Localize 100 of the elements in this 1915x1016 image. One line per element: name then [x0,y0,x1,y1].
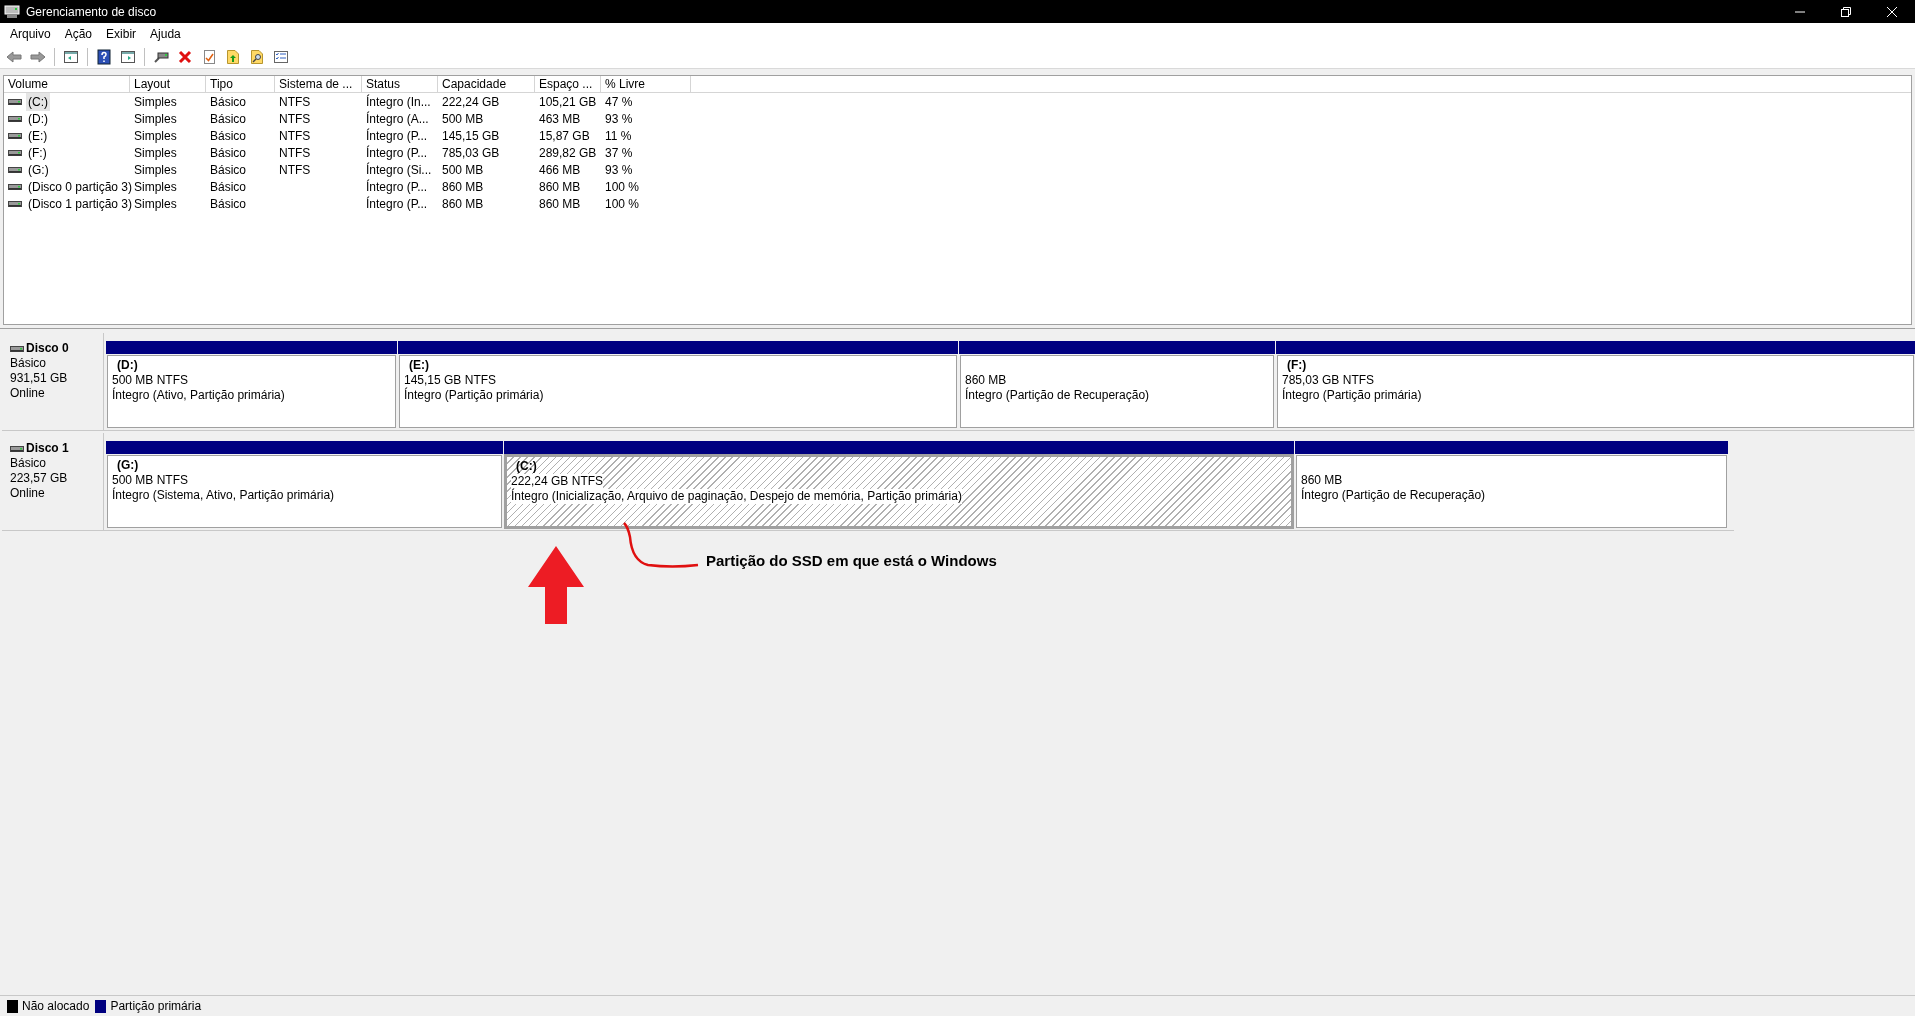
window-title: Gerenciamento de disco [26,3,157,21]
partition-label: (F:) [1286,358,1308,373]
column-header[interactable]: Volume [4,76,130,92]
table-cell-text: Básico [210,110,247,128]
partition-label: (C:) [515,459,538,474]
table-cell-text: 15,87 GB [539,127,590,145]
table-cell-text: NTFS [279,110,311,128]
table-cell-text: Íntegro (In... [366,93,431,111]
table-cell-text: NTFS [279,127,311,145]
partition-label: (E:) [408,358,430,373]
partition-size: 500 MB NTFS [112,373,189,387]
drive-label[interactable]: (D:) [26,109,50,128]
partition[interactable]: (D:) 500 MB NTFS Íntegro (Ativo, Partição primária) [107,355,396,428]
column-header[interactable]: Capacidade [438,76,535,92]
column-header[interactable]: % Livre [601,76,691,92]
table-cell-text: 289,82 GB [539,144,597,162]
table-cell-text: Básico [210,144,247,162]
partition-size: 222,24 GB NTFS [511,474,604,489]
partition-size: 500 MB NTFS [112,473,189,487]
table-cell-text: 860 MB [442,195,484,213]
drive-icon [8,164,22,175]
disk-size: 931,51 GB [10,371,69,386]
table-cell-text: Simples [134,195,177,213]
table-cell-text: Simples [134,127,177,145]
disk-status: Online [10,486,46,501]
drive-icon [10,343,24,354]
table-cell-text: 860 MB [539,195,581,213]
drive-icon [8,147,22,158]
partition-size: 860 MB [1301,473,1343,487]
partition[interactable]: (C:) 222,24 GB NTFS Íntegro (Inicialização, Arquivo de paginação, Despejo de memória, Partição primária) [504,454,1294,529]
panel-icon [63,48,79,65]
menu-item[interactable]: Exibir [99,25,144,43]
legend-label: Não alocado [22,998,90,1015]
disk-status: Online [10,386,46,401]
folder-search-icon [249,48,265,65]
table-cell-text: 500 MB [442,161,484,179]
column-header[interactable]: Layout [130,76,206,92]
table-cell-text: NTFS [279,144,311,162]
column-header[interactable]: Tipo [206,76,275,92]
table-cell-text: Básico [210,127,247,145]
partition[interactable]: 860 MB Íntegro (Partição de Recuperação) [960,355,1274,428]
table-cell-text: Simples [134,144,177,162]
window-icon [4,4,20,19]
partition-status: Íntegro (Ativo, Partição primária) [112,388,285,403]
disk-type: Básico [10,356,48,371]
table-cell-text: 100 % [605,195,640,213]
menu-item[interactable]: Ação [57,25,100,43]
partition-label: (D:) [116,358,139,373]
help-button[interactable] [94,46,114,67]
drive-label[interactable]: (F:) [26,143,49,162]
column-header[interactable]: Sistema de ... [275,76,362,92]
partition-size: 860 MB [965,373,1007,387]
folder-arrow-icon [225,48,241,65]
column-header[interactable]: Status [362,76,438,92]
disk-name: Disco 1 [26,441,69,456]
table-cell-text: Básico [210,195,247,213]
partition[interactable]: 860 MB Íntegro (Partição de Recuperação) [1296,455,1727,528]
drive-label[interactable]: (Disco 1 partição 3) [26,194,135,213]
drive-label[interactable]: (E:) [26,126,50,145]
table-cell-text: 466 MB [539,161,581,179]
drive-label[interactable]: (Disco 0 partição 3) [26,177,135,196]
disk-size: 223,57 GB [10,471,69,486]
table-cell-text: 11 % [605,127,632,145]
drive-icon [8,181,22,192]
delete-icon [177,48,193,65]
legend-label: Partição primária [110,998,202,1015]
partition-label: (G:) [116,458,140,473]
table-cell-text: NTFS [279,93,311,111]
partition-status: Íntegro (Partição primária) [404,388,544,403]
table-cell-text: 47 % [605,93,633,111]
table-cell-text: 785,03 GB [442,144,500,162]
table-cell-text: Íntegro (A... [366,110,429,128]
table-cell-text: Íntegro (P... [366,195,428,213]
partition-status: Íntegro (Partição primária) [1282,388,1422,403]
menu-item[interactable]: Ajuda [143,25,188,43]
list-icon [273,48,289,65]
menu-item[interactable]: Arquivo [3,25,58,43]
back-arrow-icon [6,48,22,65]
table-cell-text: Íntegro (Si... [366,161,432,179]
table-cell-text: NTFS [279,161,311,179]
table-cell-text: Íntegro (P... [366,178,428,196]
table-cell-text: Básico [210,93,247,111]
restore-icon [1841,6,1851,17]
drive-label[interactable]: (G:) [26,160,51,179]
table-cell-text: 105,21 GB [539,93,597,111]
panel-icon [120,48,136,65]
partition-status: Íntegro (Inicialização, Arquivo de paginação, Despejo de memória, Partição primária) [511,489,962,504]
partition[interactable]: (G:) 500 MB NTFS Íntegro (Sistema, Ativo, Partição primária) [107,455,502,528]
disk-name: Disco 0 [26,341,69,356]
table-cell-text: 500 MB [442,110,484,128]
column-header[interactable]: Espaço ... [535,76,601,92]
partition-size: 145,15 GB NTFS [404,373,497,387]
table-cell-text: 145,15 GB [442,127,500,145]
partition-status: Íntegro (Sistema, Ativo, Partição primária) [112,488,335,503]
partition[interactable]: (F:) 785,03 GB NTFS Íntegro (Partição primária) [1277,355,1914,428]
drive-icon [8,198,22,209]
table-cell-text: Simples [134,178,177,196]
table-cell-text: 860 MB [539,178,581,196]
partition[interactable]: (E:) 145,15 GB NTFS Íntegro (Partição primária) [399,355,957,428]
partition-status: Íntegro (Partição de Recuperação) [1301,488,1486,503]
